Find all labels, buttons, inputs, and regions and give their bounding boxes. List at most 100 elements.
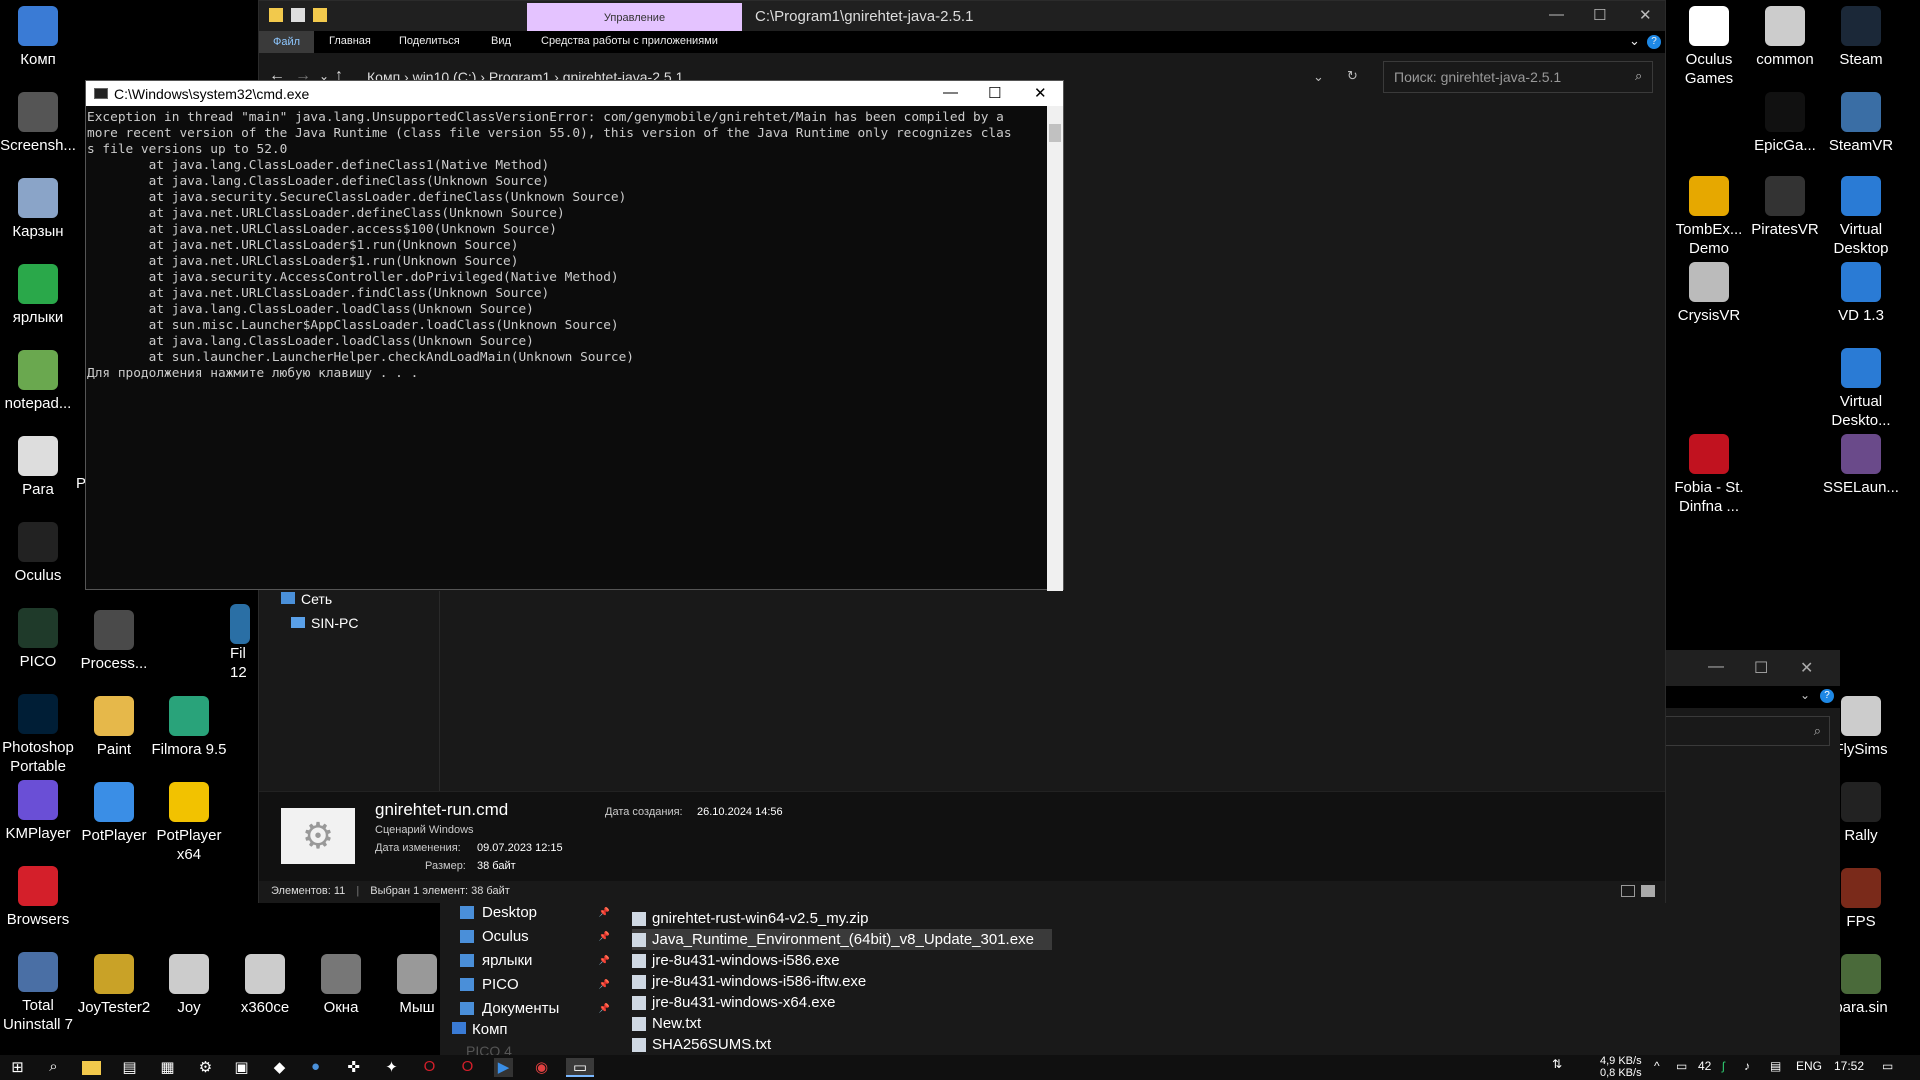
desktop-icon-shortcut-folder[interactable]: ярлыки	[0, 264, 77, 327]
desktop-icon-steamvr[interactable]: SteamVR	[1822, 92, 1900, 155]
desktop-icon-meta[interactable]: Oculus	[0, 522, 77, 585]
calculator-icon[interactable]: ▦	[158, 1058, 177, 1077]
help-icon[interactable]: ?	[1820, 689, 1834, 703]
maximize-icon[interactable]: ☐	[1593, 6, 1606, 24]
tab-share[interactable]: Поделиться	[399, 35, 460, 47]
desktop-icon-kmplayer[interactable]: KMPlayer	[0, 780, 77, 843]
desktop-icon-potplayer-x64[interactable]: PotPlayer x64	[150, 782, 228, 864]
desktop-icon-virtual-desktop[interactable]: VD 1.3	[1822, 262, 1900, 325]
desktop-icon-sse-launcher[interactable]: SSELaun...	[1822, 434, 1900, 497]
pin-icon[interactable]: ✦	[382, 1058, 401, 1077]
manage-tab[interactable]: Управление	[527, 3, 742, 31]
search-input[interactable]: Поиск: gnirehtet-java-2.5.1	[1383, 61, 1653, 93]
cmd-taskbar-icon[interactable]: ▭	[566, 1058, 594, 1077]
desktop-icon-screenshot[interactable]: Screensh...	[0, 92, 77, 155]
desktop-icon-filmora[interactable]: Filmora 9.5	[150, 696, 228, 759]
volume-icon[interactable]: ♪	[1744, 1059, 1750, 1073]
scrollbar-thumb[interactable]	[1049, 124, 1061, 142]
file-row[interactable]: gnirehtet-rust-win64-v2.5_my.zip	[632, 908, 1052, 929]
tray-chevron-icon[interactable]: ^	[1654, 1059, 1660, 1073]
pin-icon[interactable]: 📌	[599, 907, 610, 918]
desktop-icon-computer[interactable]: Комп	[0, 6, 77, 69]
tab-home[interactable]: Главная	[329, 35, 371, 47]
minimize-icon[interactable]: —	[943, 84, 958, 101]
pin-icon[interactable]: 📌	[599, 979, 610, 990]
clock[interactable]: 17:52	[1834, 1059, 1864, 1073]
quick-access-item[interactable]: Oculus 📌	[450, 924, 610, 948]
desktop-icon-joytester[interactable]: JoyTester2	[75, 954, 153, 1017]
desktop-icon-virtual-desktop[interactable]: Virtual Deskto...	[1822, 348, 1900, 430]
desktop-icon-fil-partial[interactable]: Fil 12	[230, 604, 260, 682]
console-output[interactable]: Exception in thread "main" java.lang.Uns…	[87, 110, 1047, 585]
opera-gx-icon[interactable]: O	[458, 1058, 477, 1077]
pin-icon[interactable]: 📌	[599, 1003, 610, 1014]
app-tray-icon[interactable]: ʃ	[1722, 1059, 1725, 1073]
desktop-icon-gear[interactable]: Окна	[302, 954, 380, 1017]
store-icon[interactable]: ▣	[232, 1058, 251, 1077]
gamepad-icon[interactable]: ✜	[344, 1058, 363, 1077]
quick-access-item[interactable]: ярлыки 📌	[450, 948, 610, 972]
new-folder-icon[interactable]	[313, 8, 327, 22]
chevron-down-icon[interactable]: ⌄	[1800, 688, 1810, 702]
desktop-icon-steam[interactable]: Steam	[1822, 6, 1900, 69]
desktop-icon-total-uninstall[interactable]: Total Uninstall 7	[0, 952, 77, 1034]
minimize-icon[interactable]: —	[1708, 658, 1724, 676]
background-search-box[interactable]: ⌕	[1665, 716, 1830, 746]
desktop-icon-virtual-desktop[interactable]: Virtual Desktop	[1822, 176, 1900, 258]
maximize-icon[interactable]: ☐	[988, 84, 1001, 102]
desktop-icon-oculus[interactable]: Oculus Games	[1670, 6, 1748, 88]
desktop-icon-gamepad[interactable]: Joy	[150, 954, 228, 1017]
large-icons-view-icon[interactable]	[1641, 885, 1655, 897]
tab-app-tools[interactable]: Средства работы с приложениями	[541, 35, 718, 47]
folder-icon[interactable]	[269, 8, 283, 22]
desktop-icon-gamepad[interactable]: common	[1746, 6, 1824, 69]
desktop-icon-potplayer[interactable]: PotPlayer	[75, 782, 153, 845]
app-icon[interactable]: ◆	[270, 1058, 289, 1077]
desktop-icon-para-app[interactable]: Para	[0, 436, 77, 499]
address-dropdown-icon[interactable]: ⌄	[1313, 69, 1324, 85]
desktop-icon-notepad[interactable]: notepad...	[0, 350, 77, 413]
settings-icon[interactable]: ⚙	[196, 1058, 215, 1077]
desktop-icon-pico[interactable]: PICO	[0, 608, 77, 671]
file-row[interactable]: Java_Runtime_Environment_(64bit)_v8_Upda…	[632, 929, 1052, 950]
details-view-icon[interactable]	[1621, 885, 1635, 897]
desktop-icon-photoshop[interactable]: Photoshop Portable	[0, 694, 77, 776]
close-icon[interactable]: ✕	[1639, 6, 1652, 24]
scrollbar[interactable]	[1047, 106, 1063, 591]
pin-icon[interactable]: 📌	[599, 931, 610, 942]
file-explorer-icon[interactable]	[82, 1061, 101, 1075]
desktop-icon-process[interactable]: Process...	[75, 610, 153, 673]
refresh-icon[interactable]: ↻	[1347, 68, 1358, 84]
file-row[interactable]: New.txt	[632, 1013, 1052, 1034]
file-row[interactable]: SHA256SUMS.txt	[632, 1034, 1052, 1055]
help-icon[interactable]: ?	[1647, 35, 1661, 49]
tab-view[interactable]: Вид	[491, 35, 511, 47]
close-icon[interactable]: ✕	[1034, 84, 1047, 102]
search-icon[interactable]: ⌕	[44, 1058, 63, 1077]
notepad-icon[interactable]: ▤	[120, 1058, 139, 1077]
pin-icon[interactable]: 📌	[599, 955, 610, 966]
desktop-icon-crysis[interactable]: CrysisVR	[1670, 262, 1748, 325]
network-icon[interactable]: ▭	[1676, 1059, 1687, 1073]
desktop-icon-tomb[interactable]: TombEx... Demo	[1670, 176, 1748, 258]
quick-access-item[interactable]: Desktop 📌	[450, 900, 610, 924]
language-indicator[interactable]: ENG	[1796, 1059, 1822, 1073]
quick-access-item[interactable]: Документы 📌	[450, 996, 610, 1020]
file-row[interactable]: jre-8u431-windows-i586-iftw.exe	[632, 971, 1052, 992]
chrome-icon[interactable]: ◉	[532, 1058, 551, 1077]
close-icon[interactable]: ✕	[1800, 658, 1813, 678]
nav-item-komp[interactable]: Комп	[452, 1021, 508, 1038]
nav-item-sin-pc[interactable]: SIN-PC	[291, 615, 358, 631]
notifications-icon[interactable]: ▭	[1882, 1059, 1893, 1073]
file-row[interactable]: jre-8u431-windows-x64.exe	[632, 992, 1052, 1013]
start-windows-icon[interactable]: ⊞	[8, 1058, 27, 1077]
network-arrows-icon[interactable]: ⇅	[1552, 1057, 1562, 1071]
desktop-icon-fobia[interactable]: Fobia - St. Dinfna ...	[1670, 434, 1748, 516]
quick-access-item[interactable]: PICO 📌	[450, 972, 610, 996]
desktop-icon-x360ce[interactable]: x360ce	[226, 954, 304, 1017]
tab-file[interactable]: Файл	[259, 31, 315, 53]
file-row[interactable]: jre-8u431-windows-i586.exe	[632, 950, 1052, 971]
browser-icon[interactable]: ●	[306, 1058, 325, 1077]
nav-item-network[interactable]: Сеть	[281, 591, 332, 607]
potplayer-icon[interactable]: ▶	[494, 1058, 513, 1077]
